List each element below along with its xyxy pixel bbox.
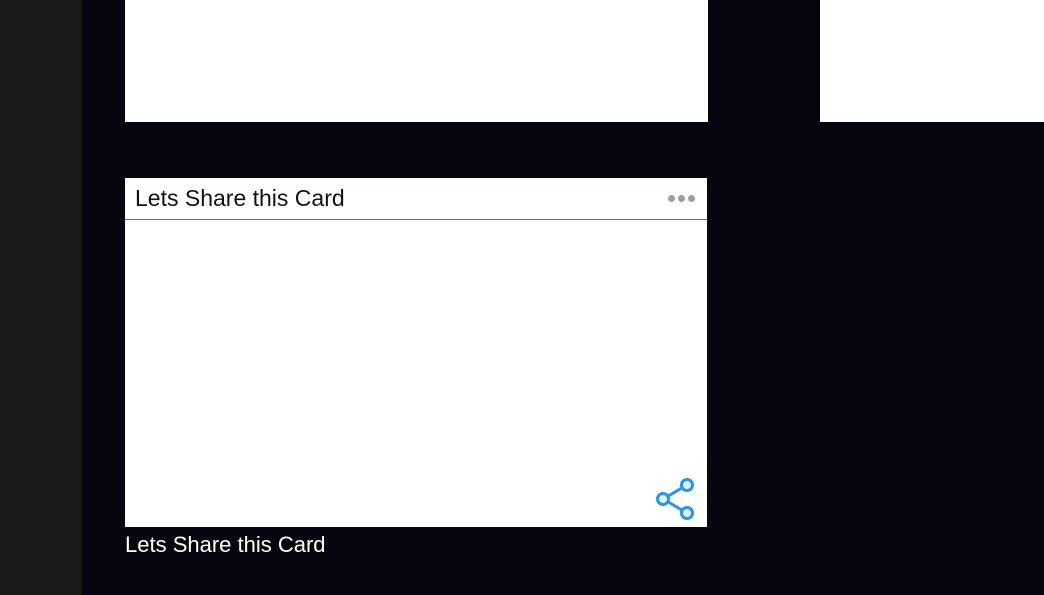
- share-card: Lets Share this Card: [125, 178, 707, 527]
- card-caption: Lets Share this Card: [125, 532, 326, 558]
- more-horizontal-icon: [688, 195, 695, 202]
- more-horizontal-icon: [678, 195, 685, 202]
- share-icon: [653, 477, 697, 521]
- more-options-button[interactable]: [668, 195, 695, 202]
- card-title: Lets Share this Card: [135, 185, 345, 212]
- card-above-partial: [125, 0, 708, 122]
- card-body: [125, 220, 707, 527]
- sidebar: [0, 0, 82, 595]
- more-horizontal-icon: [668, 195, 675, 202]
- card-right-partial: [820, 0, 1044, 122]
- card-header: Lets Share this Card: [125, 178, 707, 220]
- share-button[interactable]: [653, 477, 697, 521]
- content-area: Lets Share this Card Lets Share this Car…: [82, 0, 1044, 595]
